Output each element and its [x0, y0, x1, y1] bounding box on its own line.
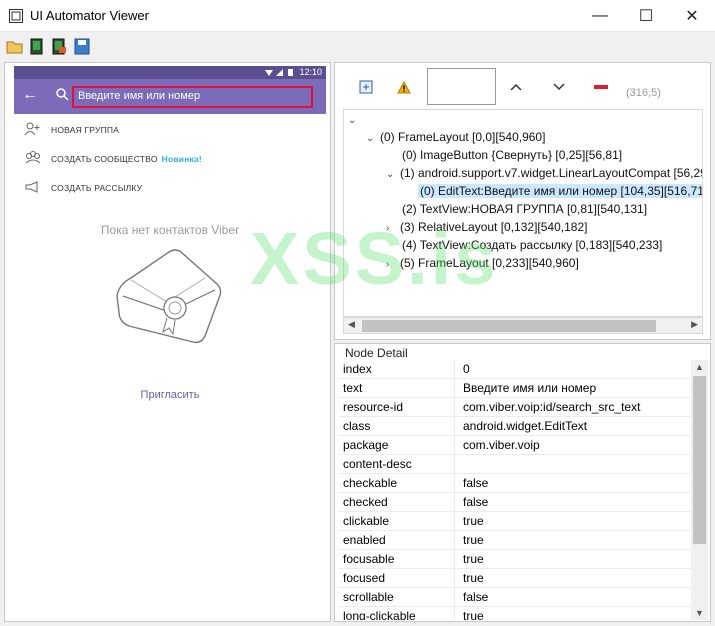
previous-result-button[interactable] — [503, 76, 529, 98]
table-row[interactable]: resource-id com.viber.voip:id/search_src_… — [339, 398, 691, 417]
status-bar: 12:10 — [14, 66, 326, 79]
menu-create-broadcast[interactable]: СОЗДАТЬ РАССЫЛКУ — [14, 175, 326, 201]
menu-label: СОЗДАТЬ СООБЩЕСТВО — [51, 154, 158, 164]
status-icons — [265, 69, 293, 76]
search-box[interactable] — [427, 68, 496, 105]
app-icon — [9, 9, 23, 23]
invite-link[interactable]: Пригласить — [14, 389, 326, 401]
broadcast-icon — [25, 181, 38, 193]
node-detail-panel: Node Detail index 0 text Введите имя или н… — [334, 343, 711, 622]
table-row[interactable]: clickable true — [339, 512, 691, 531]
detail-vertical-scrollbar[interactable]: ▲ ▼ — [691, 360, 708, 620]
title-bar: UI Automator Viewer — ☐ ✕ — [0, 0, 715, 32]
close-button[interactable]: ✕ — [669, 0, 715, 32]
chevron-down-icon[interactable]: ⌄ — [366, 130, 380, 148]
table-row[interactable]: focused true — [339, 569, 691, 588]
scroll-down-icon[interactable]: ▼ — [695, 608, 704, 618]
table-row[interactable]: focusable true — [339, 550, 691, 569]
scroll-thumb[interactable] — [693, 376, 706, 544]
tree-node-selected[interactable]: (0) EditText:Введите имя или номер [104,… — [418, 182, 702, 200]
expand-all-icon — [359, 80, 373, 94]
scroll-right-icon[interactable]: ▶ — [691, 319, 698, 330]
hierarchy-panel: (316,5) ⌄ ⌄ (0) FrameLayout [0,0][540,960… — [334, 62, 711, 340]
hierarchy-tree[interactable]: ⌄ ⌄ (0) FrameLayout [0,0][540,960] (0) Im… — [343, 109, 703, 317]
scroll-left-icon[interactable]: ◀ — [348, 319, 355, 330]
tree-node[interactable]: ⌄ (1) android.support.v7.widget.LinearLay… — [386, 164, 702, 184]
table-row[interactable]: content-desc — [339, 455, 691, 474]
new-badge: Новинка! — [161, 154, 202, 164]
table-row[interactable]: enabled true — [339, 531, 691, 550]
table-row[interactable]: index 0 — [339, 360, 691, 379]
search-icon — [56, 88, 69, 101]
group-add-icon — [24, 122, 40, 136]
main-toolbar — [0, 32, 715, 60]
envelope-illustration-icon — [116, 249, 222, 344]
tree-root-toggle[interactable]: ⌄ — [348, 110, 362, 128]
node-detail-title: Node Detail — [345, 346, 408, 360]
chevron-right-icon[interactable]: › — [386, 256, 400, 274]
warning-icon — [397, 80, 411, 93]
device-screenshot-panel: 12:10 ← Введите имя или номер НОВАЯ ГРУП… — [4, 62, 331, 622]
save-icon[interactable] — [73, 38, 91, 55]
table-row[interactable]: text Введите имя или номер — [339, 379, 691, 398]
expand-all-button[interactable] — [353, 76, 379, 98]
maximize-button[interactable]: ☐ — [623, 0, 669, 32]
minus-icon — [594, 85, 608, 89]
scroll-up-icon[interactable]: ▲ — [695, 362, 704, 372]
chevron-down-icon — [553, 83, 565, 91]
community-icon — [25, 151, 41, 164]
tree-node[interactable]: › (5) FrameLayout [0,233][540,960] — [386, 254, 579, 272]
window-title: UI Automator Viewer — [30, 8, 149, 23]
chevron-right-icon[interactable]: › — [386, 220, 400, 238]
table-row[interactable]: checked false — [339, 493, 691, 512]
back-arrow-icon[interactable]: ← — [22, 86, 38, 104]
tree-node[interactable]: › (3) RelativeLayout [0,132][540,182] — [386, 218, 587, 236]
chevron-up-icon — [510, 83, 522, 91]
empty-contacts-text: Пока нет контактов Viber — [100, 223, 240, 237]
device-screenshot-compressed-icon[interactable] — [50, 38, 68, 55]
tree-horizontal-scrollbar[interactable]: ◀ ▶ — [343, 317, 703, 334]
app-bar: ← Введите имя или номер — [14, 79, 326, 114]
toggle-nai-button[interactable] — [391, 76, 417, 98]
menu-create-community[interactable]: СОЗДАТЬ СООБЩЕСТВО Новинка! — [14, 146, 326, 172]
next-result-button[interactable] — [546, 76, 572, 98]
clear-search-button[interactable] — [588, 76, 614, 98]
phone-screenshot[interactable]: 12:10 ← Введите имя или номер НОВАЯ ГРУП… — [14, 66, 326, 618]
menu-label: СОЗДАТЬ РАССЫЛКУ — [51, 183, 143, 193]
minimize-button[interactable]: — — [577, 0, 623, 32]
table-row[interactable]: scrollable false — [339, 588, 691, 607]
pointer-coordinates: (316,5) — [626, 87, 661, 99]
table-row[interactable]: long-clickable true — [339, 607, 691, 620]
tree-node[interactable]: (4) TextView:Создать рассылку [0,183][54… — [402, 236, 662, 254]
node-detail-table: index 0 text Введите имя или номер resourc… — [339, 360, 691, 620]
table-row[interactable]: package com.viber.voip — [339, 436, 691, 455]
chevron-down-icon[interactable]: ⌄ — [348, 112, 362, 130]
open-folder-icon[interactable] — [6, 38, 24, 55]
device-screenshot-icon[interactable] — [28, 38, 46, 55]
tree-node[interactable]: ⌄ (0) FrameLayout [0,0][540,960] — [366, 128, 545, 146]
scroll-thumb[interactable] — [362, 320, 656, 332]
chevron-down-icon[interactable]: ⌄ — [386, 166, 400, 184]
status-time: 12:10 — [299, 67, 322, 77]
menu-new-group[interactable]: НОВАЯ ГРУППА — [14, 117, 326, 143]
tree-node[interactable]: (0) ImageButton {Свернуть} [0,25][56,81] — [402, 146, 622, 164]
search-input[interactable]: Введите имя или номер — [72, 86, 313, 108]
table-row[interactable]: checkable false — [339, 474, 691, 493]
tree-node[interactable]: (2) TextView:НОВАЯ ГРУППА [0,81][540,131… — [402, 200, 647, 218]
menu-label: НОВАЯ ГРУППА — [51, 125, 120, 135]
table-row[interactable]: class android.widget.EditText — [339, 417, 691, 436]
